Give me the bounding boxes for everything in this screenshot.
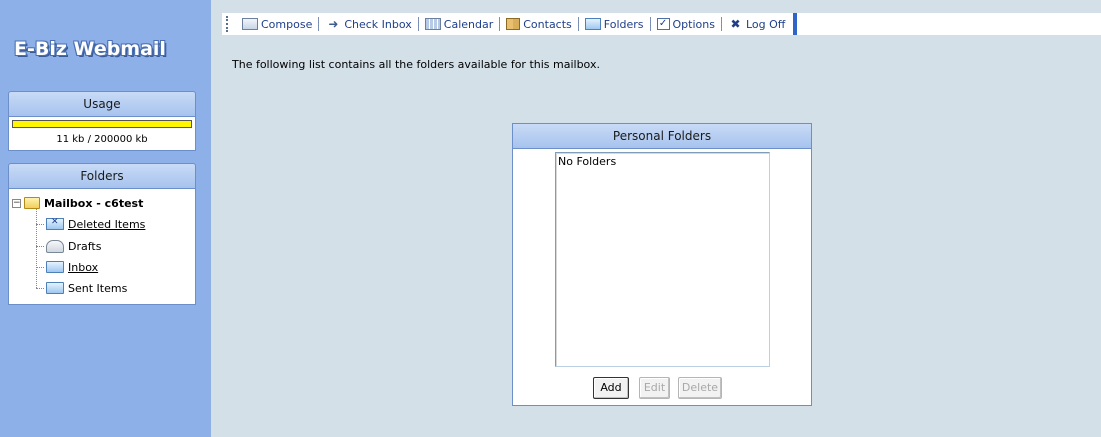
folder-label-drafts[interactable]: Drafts <box>68 240 101 253</box>
personal-folders-header: Personal Folders <box>513 124 811 149</box>
folders-panel-header: Folders <box>8 163 196 189</box>
usage-text: 11 kb / 200000 kb <box>56 134 148 145</box>
drafts-icon <box>46 239 64 253</box>
usage-panel-header: Usage <box>8 91 196 117</box>
compose-icon <box>242 18 258 30</box>
log-off-label: Log Off <box>745 17 786 31</box>
folders-icon <box>584 18 601 30</box>
contacts-label: Contacts <box>523 17 572 31</box>
mailbox-folder-open-icon <box>24 197 40 209</box>
add-folder-button[interactable]: Add <box>593 377 629 399</box>
tree-branch-line <box>36 266 44 268</box>
sidebar: E-Biz Webmail Usage 11 kb / 200000 kb Fo… <box>0 0 211 437</box>
usage-panel: 11 kb / 200000 kb <box>8 117 196 151</box>
tree-branch-line <box>36 223 44 225</box>
deleted-items-icon <box>46 217 64 230</box>
calendar-icon <box>424 18 441 30</box>
calendar-label: Calendar <box>443 17 494 31</box>
options-label: Options <box>672 17 715 31</box>
folder-label-inbox[interactable]: Inbox <box>68 261 98 274</box>
toolbar-grip-icon[interactable] <box>226 16 232 32</box>
compose-button[interactable]: Compose <box>236 13 318 35</box>
folders-button[interactable]: Folders <box>579 13 650 35</box>
log-off-icon: ✖ <box>730 17 741 31</box>
main-toolbar: Compose ➜ Check Inbox Calendar Contacts … <box>222 13 1101 35</box>
intro-text: The following list contains all the fold… <box>232 58 600 71</box>
toolbar-end-cap <box>793 13 798 35</box>
folder-item-drafts[interactable]: Drafts <box>36 238 101 254</box>
delete-folder-button[interactable]: Delete <box>678 377 722 399</box>
options-icon: ✓ <box>656 18 670 30</box>
folder-item-sent[interactable]: Sent Items <box>36 280 127 296</box>
tree-branch-line <box>36 287 44 289</box>
edit-folder-button[interactable]: Edit <box>639 377 670 399</box>
check-inbox-icon: ➜ <box>328 17 339 31</box>
personal-folders-panel: Personal Folders No Folders Add Edit Del… <box>512 123 812 406</box>
contacts-button[interactable]: Contacts <box>500 13 578 35</box>
log-off-button[interactable]: ✖ Log Off <box>722 13 791 35</box>
tree-branch-line <box>36 245 44 247</box>
sent-items-folder-icon <box>46 282 64 294</box>
inbox-folder-icon <box>46 261 64 273</box>
folder-item-deleted[interactable]: Deleted Items <box>36 216 145 232</box>
personal-folders-listbox[interactable]: No Folders <box>555 152 770 367</box>
folder-label-sent[interactable]: Sent Items <box>68 282 127 295</box>
folders-label: Folders <box>603 17 644 31</box>
list-item[interactable]: No Folders <box>558 155 616 168</box>
folder-label-deleted[interactable]: Deleted Items <box>68 218 145 231</box>
options-button[interactable]: ✓ Options <box>651 13 721 35</box>
usage-progress-bar <box>12 120 192 128</box>
tree-root-mailbox[interactable]: − Mailbox - c6test <box>12 196 143 210</box>
app-logo: E-Biz Webmail <box>14 38 166 60</box>
calendar-button[interactable]: Calendar <box>419 13 499 35</box>
compose-label: Compose <box>261 17 313 31</box>
collapse-toggle-icon[interactable]: − <box>12 198 21 208</box>
contacts-icon <box>506 18 521 30</box>
folder-item-inbox[interactable]: Inbox <box>36 259 98 275</box>
check-inbox-button[interactable]: ➜ Check Inbox <box>319 13 417 35</box>
check-inbox-label: Check Inbox <box>344 17 412 31</box>
mailbox-label[interactable]: Mailbox - c6test <box>44 197 143 210</box>
folders-tree: − Mailbox - c6test Deleted Items Drafts … <box>8 189 196 305</box>
